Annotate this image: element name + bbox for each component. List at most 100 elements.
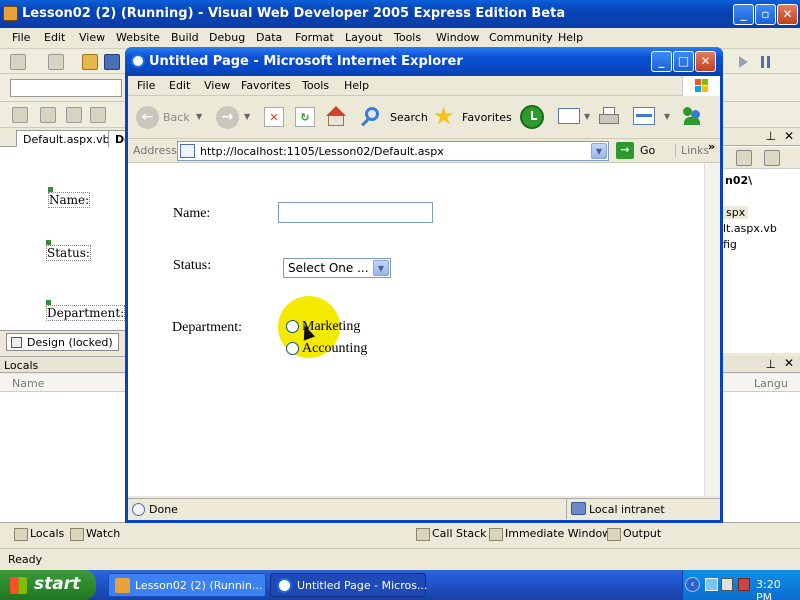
tray-expand-icon[interactable]: ‹ xyxy=(685,577,700,592)
name-input[interactable] xyxy=(278,202,433,223)
design-name-label[interactable]: Name: xyxy=(48,187,91,208)
back-dropdown-icon[interactable]: ▼ xyxy=(196,112,202,121)
volume-icon[interactable] xyxy=(721,578,733,591)
menu-website[interactable]: Website xyxy=(116,31,160,44)
close-pane-icon[interactable]: ✕ xyxy=(784,129,794,143)
menu-view[interactable]: View xyxy=(79,31,105,44)
menu-file[interactable]: File xyxy=(12,31,30,44)
add-item-icon[interactable] xyxy=(48,54,64,70)
back-button-label[interactable]: Back xyxy=(163,111,190,124)
menu-edit[interactable]: Edit xyxy=(44,31,65,44)
pin-icon[interactable]: ⊥ xyxy=(766,357,776,371)
align-icon[interactable] xyxy=(12,107,28,123)
solution-item-config[interactable]: fig xyxy=(723,238,737,251)
ie-title-bar[interactable]: Untitled Page - Microsoft Internet Explo… xyxy=(125,47,723,76)
ie-minimize-button[interactable]: _ xyxy=(651,51,672,72)
menu-window[interactable]: Window xyxy=(436,31,479,44)
ie-vertical-scrollbar[interactable] xyxy=(704,163,720,496)
ie-menu-tools[interactable]: Tools xyxy=(302,79,329,92)
locals-list[interactable] xyxy=(0,392,126,522)
address-input[interactable]: http://localhost:1105/Lesson02/Default.a… xyxy=(177,141,609,161)
refresh-icon[interactable] xyxy=(764,150,780,166)
mail-icon[interactable] xyxy=(558,108,580,124)
restore-button[interactable]: ▫ xyxy=(755,4,776,25)
ie-menu-favorites[interactable]: Favorites xyxy=(241,79,291,92)
history-icon[interactable] xyxy=(520,105,544,129)
favorites-star-icon[interactable]: ★ xyxy=(433,102,455,130)
save-icon[interactable] xyxy=(104,54,120,70)
radio-label-accounting[interactable]: Accounting xyxy=(302,341,367,357)
home-icon[interactable] xyxy=(325,106,347,128)
menu-tools[interactable]: Tools xyxy=(394,31,421,44)
properties-icon[interactable] xyxy=(736,150,752,166)
radio-marketing[interactable] xyxy=(286,320,299,333)
new-project-icon[interactable] xyxy=(10,54,26,70)
radio-accounting[interactable] xyxy=(286,342,299,355)
search-icon[interactable] xyxy=(361,105,383,129)
tab-call-stack[interactable]: Call Stack xyxy=(416,527,486,541)
minimize-button[interactable]: _ xyxy=(733,4,754,25)
right-pane-list[interactable] xyxy=(722,392,800,522)
design-status-label[interactable]: Status: xyxy=(46,240,91,261)
menu-format[interactable]: Format xyxy=(295,31,334,44)
design-department-label[interactable]: Department: xyxy=(46,300,126,321)
back-arrow-icon[interactable]: ← xyxy=(136,106,159,129)
solution-root-item[interactable]: n02\ xyxy=(725,174,752,187)
tab-locals[interactable]: Locals xyxy=(14,527,64,541)
close-pane-icon[interactable]: ✕ xyxy=(784,356,794,370)
continue-icon[interactable] xyxy=(736,54,752,70)
tab-default-aspx-vb[interactable]: Default.aspx.vb xyxy=(16,130,117,147)
taskbar-item-vwd[interactable]: Lesson02 (2) (Runnin... xyxy=(108,573,266,597)
pause-icon[interactable] xyxy=(758,54,774,70)
print-icon[interactable] xyxy=(598,106,620,128)
tab-watch[interactable]: Watch xyxy=(70,527,120,541)
status-select[interactable]: Select One ... ▼ xyxy=(283,258,391,278)
menu-debug[interactable]: Debug xyxy=(209,31,245,44)
menu-help[interactable]: Help xyxy=(558,31,583,44)
mail-dropdown-icon[interactable]: ▼ xyxy=(584,112,590,121)
go-arrow-icon[interactable]: → xyxy=(616,142,634,159)
tab-output[interactable]: Output xyxy=(607,527,661,541)
locals-name-column[interactable]: Name xyxy=(12,377,44,390)
design-locked-button[interactable]: Design (locked) xyxy=(6,333,119,351)
edit-icon[interactable] xyxy=(633,107,655,125)
security-icon[interactable] xyxy=(738,578,750,591)
menu-layout[interactable]: Layout xyxy=(345,31,382,44)
open-folder-icon[interactable] xyxy=(82,54,98,70)
solution-item-aspx-vb[interactable]: lt.aspx.vb xyxy=(723,222,777,235)
links-label[interactable]: Links xyxy=(675,144,709,157)
ie-close-button[interactable]: ✕ xyxy=(695,51,716,72)
taskbar-item-ie[interactable]: Untitled Page - Micros... xyxy=(270,573,427,597)
messenger-icon[interactable] xyxy=(681,105,703,127)
vwd-title-bar[interactable]: Lesson02 (2) (Running) - Visual Web Deve… xyxy=(0,0,800,28)
chevron-right-icon[interactable]: » xyxy=(708,140,715,153)
forward-arrow-icon[interactable]: → xyxy=(216,106,239,129)
menu-data[interactable]: Data xyxy=(256,31,282,44)
language-column[interactable]: Langu xyxy=(754,377,788,390)
refresh-icon[interactable]: ↻ xyxy=(295,107,315,127)
align-right-icon[interactable] xyxy=(90,107,106,123)
solution-item-aspx[interactable]: spx xyxy=(723,206,749,219)
forward-dropdown-icon[interactable]: ▼ xyxy=(244,112,250,121)
ie-menu-view[interactable]: View xyxy=(204,79,230,92)
edit-dropdown-icon[interactable]: ▼ xyxy=(664,112,670,121)
favorites-button-label[interactable]: Favorites xyxy=(462,111,512,124)
ie-maximize-button[interactable]: □ xyxy=(673,51,694,72)
ie-menu-edit[interactable]: Edit xyxy=(169,79,190,92)
ie-menu-help[interactable]: Help xyxy=(344,79,369,92)
network-icon[interactable] xyxy=(705,578,718,591)
search-button-label[interactable]: Search xyxy=(390,111,428,124)
stop-icon[interactable]: ✕ xyxy=(264,107,284,127)
align-left-icon[interactable] xyxy=(40,107,56,123)
menu-build[interactable]: Build xyxy=(171,31,199,44)
tab-immediate-window[interactable]: Immediate Window xyxy=(489,527,611,541)
align-center-icon[interactable] xyxy=(66,107,82,123)
start-button[interactable]: start xyxy=(0,570,96,600)
go-button-label[interactable]: Go xyxy=(640,144,655,157)
menu-community[interactable]: Community xyxy=(489,31,553,44)
clock[interactable]: 3:20 PM xyxy=(756,578,800,600)
chevron-down-icon[interactable]: ▼ xyxy=(373,260,389,276)
ie-menu-file[interactable]: File xyxy=(137,79,155,92)
style-combobox[interactable] xyxy=(10,79,122,97)
address-dropdown-icon[interactable]: ▼ xyxy=(591,143,607,159)
